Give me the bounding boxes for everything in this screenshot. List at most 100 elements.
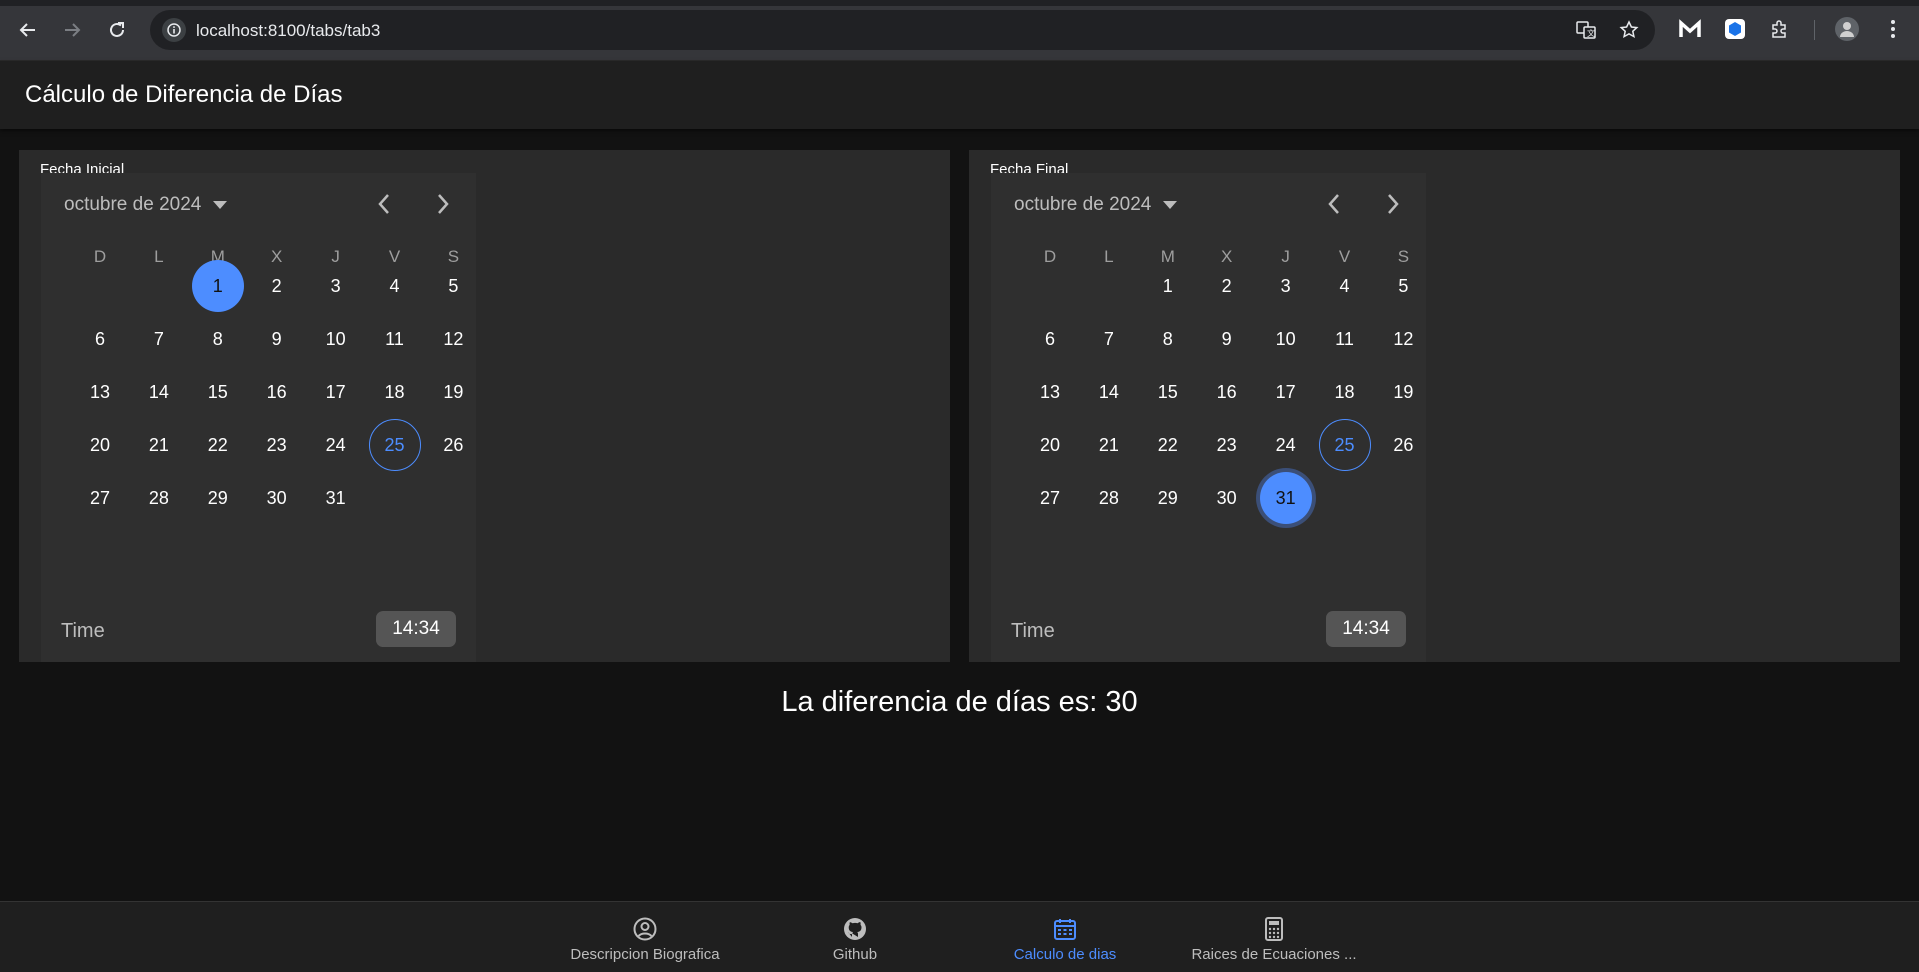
malwarebytes-extension-icon[interactable] (1677, 16, 1703, 42)
calendar-day[interactable]: 18 (369, 366, 421, 418)
calendar-day[interactable]: 14 (133, 366, 185, 418)
calendar-day[interactable]: 23 (251, 419, 303, 471)
calendar-day[interactable]: 30 (1201, 472, 1253, 524)
tab-descripcion-biografica[interactable]: Descripcion Biografica (545, 902, 745, 972)
browser-toolbar: localhost:8100/tabs/tab3 文 (0, 0, 1919, 61)
calendar-day[interactable]: 27 (1024, 472, 1076, 524)
calendar-day-selected[interactable]: 1 (191, 260, 244, 312)
end-datetime-picker: octubre de 2024 DLMXJVS 1 2 3 4 5 6 7 8 9 10 11 12 1… (991, 173, 1426, 662)
bookmark-star-icon[interactable] (1617, 18, 1641, 42)
calendar-day[interactable]: 9 (1201, 313, 1253, 365)
calendar-icon (1053, 916, 1077, 942)
calendar-day[interactable]: 6 (74, 313, 126, 365)
calendar-day[interactable]: 5 (427, 260, 479, 312)
calendar-day[interactable]: 19 (1377, 366, 1429, 418)
calendar-day[interactable]: 29 (192, 472, 244, 524)
calendar-day[interactable]: 3 (1260, 260, 1312, 312)
calendar-day[interactable]: 22 (192, 419, 244, 471)
calendar-day[interactable]: 24 (310, 419, 362, 471)
calendar-day[interactable]: 17 (310, 366, 362, 418)
translate-icon[interactable]: 文 (1574, 18, 1598, 42)
calendar-day[interactable]: 16 (1201, 366, 1253, 418)
chevron-right-icon (438, 194, 449, 214)
calendar-day[interactable]: 8 (1142, 313, 1194, 365)
calendar-day[interactable]: 2 (1201, 260, 1253, 312)
tab-github[interactable]: Github (755, 902, 955, 972)
calendar-day[interactable]: 13 (74, 366, 126, 418)
calendar-day[interactable]: 14 (1083, 366, 1135, 418)
calendar-day[interactable]: 31 (310, 472, 362, 524)
calendar-day[interactable]: 26 (1377, 419, 1429, 471)
time-button[interactable]: 14:34 (376, 611, 456, 647)
calendar-day[interactable]: 2 (251, 260, 303, 312)
tab-label: Calculo de dias (1013, 946, 1117, 963)
next-month-button[interactable] (428, 189, 458, 219)
previous-month-button[interactable] (1319, 189, 1349, 219)
previous-month-button[interactable] (369, 189, 399, 219)
calendar-day[interactable]: 20 (74, 419, 126, 471)
month-year-selector[interactable]: octubre de 2024 (1014, 194, 1178, 216)
calendar-day[interactable]: 23 (1201, 419, 1253, 471)
calendar-day[interactable]: 21 (1083, 419, 1135, 471)
calendar-day[interactable]: 12 (1377, 313, 1429, 365)
back-button[interactable] (15, 17, 41, 43)
calendar-day[interactable]: 4 (369, 260, 421, 312)
bottom-tab-bar: Descripcion Biografica Github Calculo de… (0, 901, 1919, 972)
calendar-day[interactable]: 8 (192, 313, 244, 365)
calendar-day[interactable]: 1 (1142, 260, 1194, 312)
calendar-day[interactable]: 29 (1142, 472, 1194, 524)
profile-avatar[interactable] (1834, 16, 1860, 42)
calendar-day[interactable]: 21 (133, 419, 185, 471)
tab-raices-de-ecuaciones[interactable]: Raices de Ecuaciones ... (1174, 902, 1374, 972)
forward-button[interactable] (59, 17, 85, 43)
calendar-day[interactable]: 26 (427, 419, 479, 471)
calendar-day[interactable]: 18 (1319, 366, 1371, 418)
calendar-day[interactable]: 28 (133, 472, 185, 524)
calendar-day[interactable]: 15 (192, 366, 244, 418)
calendar-day[interactable]: 7 (1083, 313, 1135, 365)
calendar-day[interactable]: 19 (427, 366, 479, 418)
calendar-day[interactable]: 7 (133, 313, 185, 365)
calendar-day[interactable]: 28 (1083, 472, 1135, 524)
calendar-day[interactable]: 12 (427, 313, 479, 365)
more-menu-icon[interactable] (1880, 16, 1906, 42)
month-year-selector[interactable]: octubre de 2024 (64, 194, 228, 216)
weekday-label: L (154, 247, 164, 266)
start-datetime-picker: octubre de 2024 DLMXJVS 1 2 3 4 5 6 7 8 9 10 11 12 1… (41, 173, 476, 662)
calendar-day[interactable]: 17 (1260, 366, 1312, 418)
start-date-card: Fecha Inicial octubre de 2024 DLMXJVS 12… (19, 150, 950, 662)
calendar-day[interactable]: 13 (1024, 366, 1076, 418)
tab-calculo-de-dias[interactable]: Calculo de dias (965, 902, 1165, 972)
site-info-icon[interactable] (162, 18, 186, 42)
calendar-day[interactable]: 4 (1319, 260, 1371, 312)
calendar-day-today[interactable]: 25 (368, 419, 421, 471)
tab-label: Raices de Ecuaciones ... (1191, 946, 1357, 963)
calendar-day[interactable]: 11 (1319, 313, 1371, 365)
calendar-day[interactable]: 10 (310, 313, 362, 365)
calendar-day-today[interactable]: 25 (1318, 419, 1371, 471)
time-button[interactable]: 14:34 (1326, 611, 1406, 647)
calendar-day[interactable]: 15 (1142, 366, 1194, 418)
chevron-left-icon (1328, 194, 1339, 214)
calendar-day[interactable]: 6 (1024, 313, 1076, 365)
extensions-puzzle-icon[interactable] (1767, 16, 1793, 42)
reload-button[interactable] (104, 17, 130, 43)
calendar-day[interactable]: 16 (251, 366, 303, 418)
calendar-day[interactable]: 24 (1260, 419, 1312, 471)
calendar-day-selected[interactable]: 31 (1259, 472, 1312, 524)
time-label: Time (1011, 620, 1055, 642)
calendar-day[interactable]: 5 (1377, 260, 1429, 312)
calendar-day[interactable]: 9 (251, 313, 303, 365)
calendar-day[interactable]: 11 (369, 313, 421, 365)
next-month-button[interactable] (1378, 189, 1408, 219)
calendar-day[interactable]: 3 (310, 260, 362, 312)
calendar-day[interactable]: 30 (251, 472, 303, 524)
calendar-day[interactable]: 10 (1260, 313, 1312, 365)
address-bar[interactable]: localhost:8100/tabs/tab3 文 (150, 10, 1655, 50)
url-text[interactable]: localhost:8100/tabs/tab3 (196, 21, 380, 41)
calendar-day[interactable]: 20 (1024, 419, 1076, 471)
time-label: Time (61, 620, 105, 642)
extension-hex-icon[interactable] (1722, 16, 1748, 42)
calendar-day[interactable]: 27 (74, 472, 126, 524)
calendar-day[interactable]: 22 (1142, 419, 1194, 471)
